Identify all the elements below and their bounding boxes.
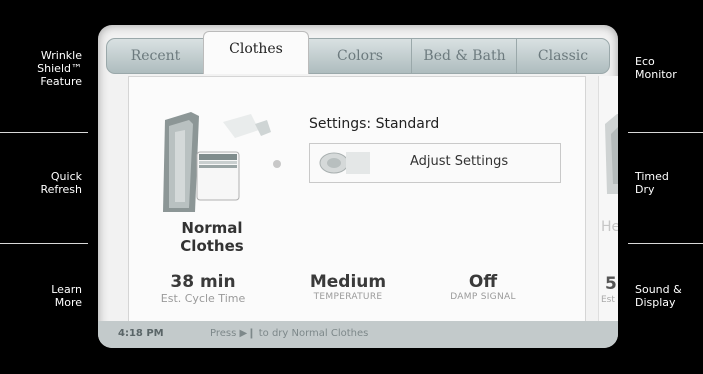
- adjust-settings-label: Adjust Settings: [410, 154, 509, 169]
- right-separator-1: [628, 132, 703, 133]
- tab-colors[interactable]: Colors: [307, 38, 413, 74]
- temperature-stat[interactable]: Medium TEMPERATURE: [283, 272, 413, 302]
- normal-clothes-illustration-icon[interactable]: [155, 112, 285, 217]
- next-cycle-label-fragment: Est: [601, 295, 615, 305]
- quick-refresh-label: Quick Refresh: [40, 170, 82, 196]
- temperature-label: TEMPERATURE: [313, 292, 383, 302]
- learn-more-label: Learn More: [51, 283, 82, 309]
- status-message: Press ▶❙ to dry Normal Clothes: [210, 328, 369, 339]
- sound-display-button[interactable]: Sound & Display: [635, 283, 695, 309]
- temperature-value: Medium: [309, 272, 387, 292]
- damp-signal-label: DAMP SIGNAL: [450, 292, 516, 302]
- next-cycle-card[interactable]: He 5 Est: [598, 76, 618, 324]
- left-separator-1: [0, 132, 88, 133]
- cycle-time-value: 38 min: [170, 272, 236, 292]
- left-separator-2: [0, 243, 88, 244]
- tab-classic[interactable]: Classic: [516, 38, 610, 74]
- quick-refresh-button[interactable]: Quick Refresh: [32, 170, 82, 196]
- tab-bed-bath[interactable]: Bed & Bath: [411, 38, 518, 74]
- cycle-time-stat: 38 min Est. Cycle Time: [138, 272, 268, 305]
- eco-monitor-label: Eco Monitor: [635, 55, 677, 81]
- damp-signal-value: Off: [468, 272, 498, 292]
- timed-dry-button[interactable]: Timed Dry: [635, 170, 675, 196]
- cycle-time-label: Est. Cycle Time: [160, 292, 246, 305]
- next-cycle-name-fragment: He: [601, 219, 618, 235]
- tab-recent[interactable]: Recent: [106, 38, 205, 74]
- cycle-name: Normal Clothes: [180, 219, 244, 255]
- dryer-display-screen: Recent Clothes Colors Bed & Bath Classic…: [98, 25, 618, 348]
- status-bar: 4:18 PM Press ▶❙ to dry Normal Clothes: [98, 321, 618, 348]
- next-cycle-value-fragment: 5: [605, 274, 617, 294]
- right-separator-2: [628, 243, 703, 244]
- settings-title: Settings: Standard: [309, 116, 440, 132]
- tab-clothes[interactable]: Clothes: [203, 31, 309, 74]
- adjust-settings-button[interactable]: Adjust Settings: [309, 143, 561, 183]
- sound-display-label: Sound & Display: [635, 283, 682, 309]
- eco-monitor-button[interactable]: Eco Monitor: [635, 55, 685, 81]
- damp-signal-stat[interactable]: Off DAMP SIGNAL: [418, 272, 548, 302]
- next-cycle-illustration-icon: [605, 114, 618, 194]
- adjust-settings-icon: [319, 152, 370, 174]
- cycle-category-tabs: Recent Clothes Colors Bed & Bath Classic: [106, 31, 610, 78]
- timed-dry-label: Timed Dry: [635, 170, 669, 196]
- learn-more-button[interactable]: Learn More: [42, 283, 82, 309]
- status-time: 4:18 PM: [118, 328, 164, 339]
- wrinkle-shield-label: Wrinkle Shield™ Feature: [37, 49, 82, 88]
- wrinkle-shield-feature-button[interactable]: Wrinkle Shield™ Feature: [14, 49, 82, 88]
